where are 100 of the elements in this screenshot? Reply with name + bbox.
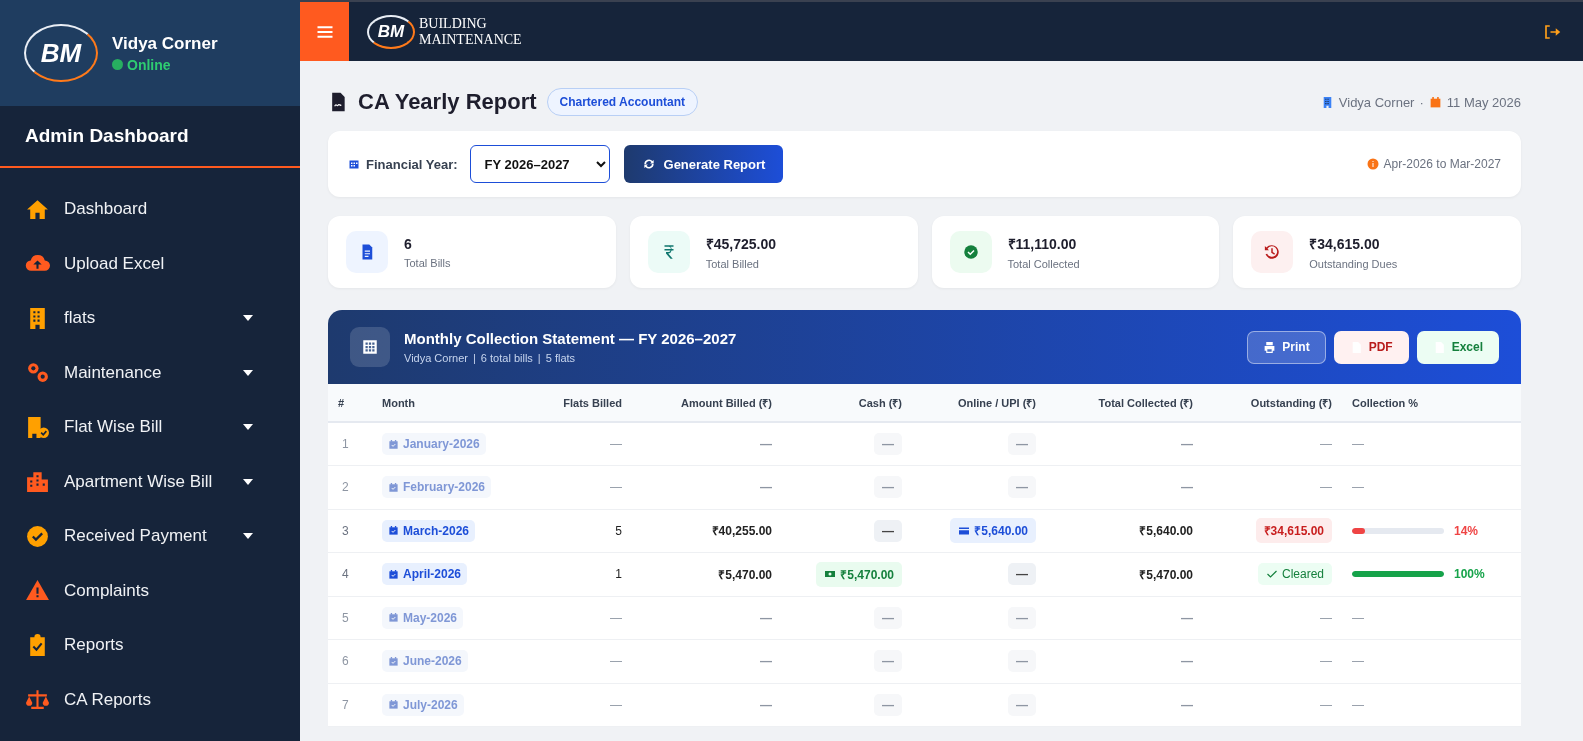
sidebar-item[interactable]: Apartment Wise Bill — [0, 454, 300, 509]
table-cell: — — [522, 465, 632, 509]
sidebar-item[interactable]: flats — [0, 291, 300, 346]
sidebar-item[interactable]: Complaints — [0, 563, 300, 618]
calendar-icon — [388, 655, 399, 667]
separator: | — [473, 352, 476, 364]
financial-year-select[interactable]: FY 2026–2027 — [469, 145, 610, 183]
table-cell: — — [1352, 437, 1364, 451]
date-range: Apr-2026 to Mar-2027 — [1383, 157, 1501, 171]
calendar-icon — [1428, 95, 1442, 109]
table-cell: — — [522, 422, 632, 466]
table-cell: — — [1320, 437, 1332, 451]
month-chip: January-2026 — [382, 433, 486, 455]
empty-chip: — — [1008, 433, 1036, 455]
table-cell: — — [632, 683, 782, 727]
month-chip: May-2026 — [382, 606, 464, 629]
generate-report-button[interactable]: Generate Report — [623, 145, 784, 183]
table-cell: ₹5,470.00 — [1046, 552, 1203, 596]
table-cell: — — [1352, 610, 1364, 625]
table-cell: — — [1320, 480, 1332, 495]
pdf-button[interactable]: PDF — [1333, 330, 1409, 364]
stat-value: ₹34,615.00 — [1309, 235, 1381, 253]
table-icon — [361, 338, 379, 356]
empty-chip: — — [1008, 693, 1036, 716]
brand-name: BUILDING MAINTENANCE — [419, 15, 522, 48]
month-chip: April-2026 — [382, 563, 468, 586]
check-circle-icon — [961, 243, 980, 261]
empty-chip: — — [1008, 563, 1036, 586]
table-cell: — — [522, 639, 632, 683]
separator: · — [1419, 94, 1424, 110]
empty-chip: — — [874, 606, 902, 629]
building-name: Vidya Corner — [1338, 94, 1415, 110]
column-header: Month — [372, 384, 522, 422]
table-cell: — — [632, 422, 782, 466]
history-icon — [1263, 243, 1282, 261]
empty-chip: — — [874, 476, 902, 499]
statement-meta: 6 total bills — [480, 352, 533, 364]
table-cell: ₹5,640.00 — [1046, 509, 1203, 553]
column-header: Outstanding (₹) — [1203, 384, 1342, 422]
print-button[interactable]: Print — [1247, 330, 1326, 364]
column-header: Cash (₹) — [782, 384, 912, 422]
table-cell: ₹40,255.00 — [632, 509, 782, 553]
check-circle-icon — [25, 523, 50, 549]
user-name: Vidya Corner — [112, 33, 218, 54]
table-cell: — — [522, 596, 632, 640]
empty-chip: — — [874, 650, 902, 673]
empty-chip: — — [1008, 476, 1036, 499]
sidebar-item[interactable]: Upload Excel — [0, 236, 300, 291]
sidebar-item[interactable]: Reports — [0, 618, 300, 673]
column-header: Collection % — [1342, 384, 1521, 422]
statement-meta: 5 flats — [545, 352, 576, 364]
empty-chip: — — [874, 693, 902, 716]
logo: BM — [367, 14, 415, 49]
calendar-icon — [388, 568, 399, 580]
table-cell: — — [1352, 697, 1364, 712]
status-text: Online — [127, 56, 171, 73]
table-cell: 5 — [522, 509, 632, 553]
field-label: Financial Year: — [366, 156, 458, 172]
status-badge: Cleared — [1257, 563, 1332, 586]
table-cell: — — [632, 596, 782, 640]
sidebar-item[interactable]: Maintenance — [0, 345, 300, 400]
city-buildings-icon — [25, 469, 50, 495]
collection-percent: 100% — [1454, 567, 1485, 582]
excel-button[interactable]: Excel — [1416, 330, 1499, 364]
empty-chip: — — [1008, 606, 1036, 629]
table-cell: — — [522, 683, 632, 727]
table-cell: — — [1046, 422, 1203, 466]
month-chip: July-2026 — [382, 693, 464, 716]
table-cell: — — [1320, 610, 1332, 625]
table-cell: 1 — [522, 552, 632, 596]
calendar-icon — [388, 612, 399, 624]
row-number: 3 — [328, 509, 372, 553]
calendar-icon — [388, 481, 399, 493]
row-number: 5 — [328, 596, 372, 640]
refresh-icon — [641, 157, 656, 171]
table-cell: — — [1352, 480, 1364, 495]
section-title: Admin Dashboard — [0, 106, 300, 168]
sidebar-item[interactable]: CA Reports — [0, 672, 300, 727]
empty-chip: — — [874, 433, 902, 455]
table-cell: — — [1352, 654, 1364, 669]
table-cell: — — [1046, 596, 1203, 640]
column-header: Amount Billed (₹) — [632, 384, 782, 422]
calendar-icon — [388, 699, 399, 711]
page-title: CA Yearly Report — [358, 89, 537, 115]
sidebar-item[interactable]: Flat Wise Bill — [0, 400, 300, 455]
row-number: 7 — [328, 683, 372, 727]
stat-label: Outstanding Dues — [1309, 258, 1398, 270]
role-badge: Chartered Accountant — [546, 88, 699, 116]
sidebar-item[interactable]: Dashboard — [0, 182, 300, 237]
month-chip: June-2026 — [382, 650, 468, 673]
column-header: Total Collected (₹) — [1046, 384, 1203, 422]
statement-meta: Vidya Corner — [404, 352, 468, 364]
column-header: # — [328, 384, 372, 422]
sidebar-item[interactable]: Received Payment — [0, 509, 300, 564]
report-date: 11 May 2026 — [1446, 94, 1521, 110]
stat-value: ₹11,110.00 — [1007, 235, 1078, 253]
stat-label: Total Billed — [705, 258, 760, 270]
logout-icon[interactable] — [1543, 22, 1561, 41]
info-icon — [1366, 158, 1379, 170]
statement-title: Monthly Collection Statement — FY 2026–2027 — [404, 330, 737, 347]
